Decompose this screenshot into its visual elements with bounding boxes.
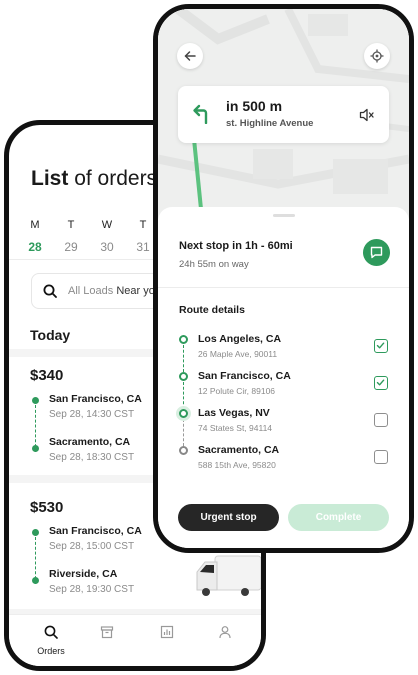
day-name: T: [139, 219, 147, 231]
turn-distance: in 500 m: [226, 98, 283, 114]
dropoff-dot: [32, 445, 39, 452]
stop-city: Las Vegas, NV: [198, 407, 270, 419]
route-connector: [183, 345, 184, 372]
pickup-time: Sep 28, 14:30 CST: [49, 409, 135, 420]
stop-address: 588 15th Ave, 95820: [198, 460, 276, 470]
nav-archive[interactable]: [87, 625, 127, 644]
dropoff-time: Sep 28, 18:30 CST: [49, 452, 135, 463]
stop-marker: [179, 335, 188, 344]
dropoff-dot: [32, 577, 39, 584]
route-details-title: Route details: [179, 304, 245, 316]
stop-marker: [179, 372, 188, 381]
drag-handle[interactable]: [273, 214, 295, 217]
route-sheet: Next stop in 1h - 60mi 24h 55m on way Ro…: [158, 207, 409, 548]
bottom-navigation: Orders: [9, 614, 261, 666]
stop-address: 26 Maple Ave, 90011: [198, 349, 278, 359]
navigation-phone: in 500 m st. Highline Avenue Next stop i…: [153, 4, 414, 553]
stop-address: 12 Polute Cir, 89106: [198, 386, 276, 396]
page-title: List of orders: [31, 167, 157, 191]
stop-checkbox[interactable]: [374, 413, 388, 427]
day-date: 29: [64, 240, 78, 254]
arrow-left-icon: [184, 51, 196, 61]
pickup-city: San Francisco, CA: [49, 525, 142, 537]
user-icon: [219, 626, 231, 639]
map-view[interactable]: in 500 m st. Highline Avenue: [158, 9, 409, 219]
time-on-way: 24h 55m on way: [179, 259, 249, 270]
dropoff-city: Riverside, CA: [49, 568, 118, 580]
turn-left-icon: [193, 104, 208, 124]
route-connector: [183, 382, 184, 409]
archive-icon: [100, 626, 114, 639]
day-date: 31: [136, 240, 150, 254]
nav-orders[interactable]: Orders: [31, 625, 71, 656]
page-title-bold: List: [31, 167, 69, 190]
day-date: 30: [100, 240, 114, 254]
next-stop-text: Next stop in 1h - 60mi: [179, 240, 293, 252]
search-prefix: All Loads: [68, 285, 114, 297]
route-connector: [183, 419, 184, 446]
order-price: $530: [30, 499, 64, 516]
day-30[interactable]: W 30: [95, 219, 119, 254]
search-icon: [44, 625, 58, 639]
page-title-rest: of orders: [74, 167, 158, 190]
chart-icon: [160, 625, 174, 639]
stop-checkbox[interactable]: [374, 339, 388, 353]
truck-icon: [196, 555, 261, 596]
day-29[interactable]: T 29: [59, 219, 83, 254]
complete-button[interactable]: Complete: [288, 504, 389, 531]
stop-checkbox[interactable]: [374, 450, 388, 464]
section-heading: Today: [30, 327, 71, 343]
nav-label: Orders: [37, 646, 65, 656]
search-text: All Loads Near you: [68, 285, 161, 297]
location-target-icon: [370, 49, 384, 63]
locate-button[interactable]: [364, 43, 390, 69]
stop-marker-current: [179, 409, 188, 418]
stop-marker: [179, 446, 188, 455]
turn-street: st. Highline Avenue: [226, 118, 314, 129]
check-icon: [376, 342, 385, 349]
day-name: M: [30, 219, 40, 231]
stop-city: Los Angeles, CA: [198, 333, 282, 345]
pickup-dot: [32, 397, 39, 404]
check-icon: [376, 379, 385, 386]
stop-address: 74 States St, 94114: [198, 423, 273, 433]
urgent-stop-button[interactable]: Urgent stop: [178, 504, 279, 531]
pickup-city: San Francisco, CA: [49, 393, 142, 405]
order-price: $340: [30, 367, 64, 384]
pickup-time: Sep 28, 15:00 CST: [49, 541, 135, 552]
divider: [158, 287, 409, 288]
search-icon: [43, 284, 57, 298]
turn-instruction-card: in 500 m st. Highline Avenue: [178, 86, 389, 143]
chat-button[interactable]: [363, 239, 390, 266]
nav-stats[interactable]: [147, 625, 187, 644]
stop-city: Sacramento, CA: [198, 444, 280, 456]
pickup-dot: [32, 529, 39, 536]
day-31[interactable]: T 31: [131, 219, 155, 254]
nav-profile[interactable]: [205, 625, 245, 644]
stop-checkbox[interactable]: [374, 376, 388, 390]
day-date: 28: [28, 240, 42, 254]
dropoff-city: Sacramento, CA: [49, 436, 131, 448]
chat-icon: [370, 246, 383, 259]
day-name: T: [67, 219, 75, 231]
day-name: W: [101, 219, 113, 231]
back-button[interactable]: [177, 43, 203, 69]
dropoff-time: Sep 28, 19:30 CST: [49, 584, 135, 595]
stop-city: San Francisco, CA: [198, 370, 291, 382]
day-28[interactable]: M 28: [23, 219, 47, 254]
mute-icon[interactable]: [359, 108, 375, 122]
